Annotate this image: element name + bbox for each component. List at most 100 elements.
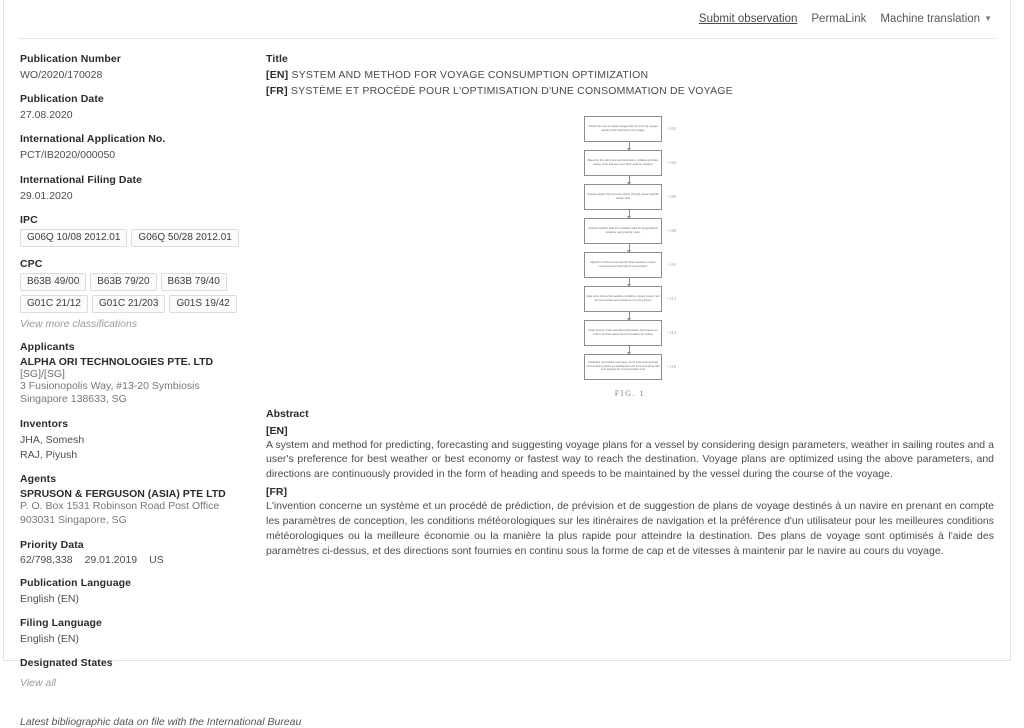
ipc-chip[interactable]: G06Q 10/08 2012.01: [20, 228, 128, 247]
abstract-fr-text: L'invention concerne un système et un pr…: [266, 500, 994, 557]
figure-step: Algorithm to find vessel specific total …: [583, 251, 677, 278]
title-abstract-column: Title [EN] SYSTEM AND METHOD FOR VOYAGE …: [250, 53, 994, 700]
figure-step-number: ~108: [666, 228, 677, 233]
figure-step-text: Allows the user to create voyage plan by…: [588, 124, 658, 132]
arrow-down-icon: [627, 141, 632, 151]
figure-step: Allows the user to create voyage plan by…: [583, 115, 676, 142]
title-block: Title [EN] SYSTEM AND METHOD FOR VOYAGE …: [266, 53, 994, 100]
figure-step-text: Based on the start point and destination…: [587, 158, 659, 166]
view-all-link[interactable]: View all: [20, 677, 56, 689]
title-en-text: SYSTEM AND METHOD FOR VOYAGE CONSUMPTION…: [291, 69, 649, 81]
figure-connector: [584, 175, 676, 185]
figure-step-box: Data set is formed for weather condition…: [583, 285, 662, 312]
arrow-down-icon: [627, 243, 632, 253]
machine-translation-dropdown[interactable]: Machine translation ▼: [880, 13, 992, 25]
figure-step-box: Acquire design fuel oil consumption thro…: [583, 183, 662, 210]
title-en-lang-tag: [EN]: [266, 69, 289, 81]
publication-number-value: WO/2020/170028: [20, 69, 103, 81]
figure-step-number: ~116: [666, 364, 677, 369]
cpc-chip[interactable]: B63B 79/20: [90, 272, 157, 291]
figure-step: Acquire weather data from weather sites …: [583, 217, 677, 244]
figure-step-box: Predicted, forecasted, best case, worst …: [583, 353, 662, 380]
publication-number-label: Publication Number: [20, 53, 121, 65]
figure-step-container: Allows the user to create voyage plan by…: [583, 115, 677, 380]
international-application-label: International Application No.: [20, 133, 166, 146]
applicants-label: Applicants: [20, 340, 75, 353]
chevron-down-icon: ▼: [984, 14, 992, 23]
agent-address-line-1: P. O. Box 1531 Robinson Road Post Office: [20, 500, 220, 513]
ipc-chip[interactable]: G06Q 50/28 2012.01: [131, 228, 239, 247]
publication-language-label: Publication Language: [20, 576, 132, 589]
field-publication-language: Publication Language English (EN): [20, 577, 250, 606]
figure-connector: [584, 141, 676, 151]
abstract-fr-lang-tag: [FR]: [266, 486, 287, 499]
international-filing-date-label: International Filing Date: [20, 173, 143, 186]
permalink-link[interactable]: PermaLink: [811, 13, 866, 25]
cpc-chip[interactable]: B63B 49/00: [20, 272, 87, 291]
title-fr-lang-tag: [FR]: [266, 84, 288, 97]
cpc-label: CPC: [20, 257, 43, 270]
arrow-down-icon: [627, 209, 632, 219]
figure-step-number: ~106: [666, 194, 677, 199]
field-publication-date: Publication Date 27.08.2020: [20, 93, 250, 122]
figure-step-box: Allows the user to create voyage plan by…: [583, 115, 662, 142]
figure-step: Data set is formed for weather condition…: [583, 285, 677, 312]
field-agents: Agents SPRUSON & FERGUSON (ASIA) PTE LTD…: [20, 473, 250, 527]
applicant-name: ALPHA ORI TECHNOLOGIES PTE. LTD [SG]/[SG…: [20, 356, 250, 380]
field-applicants: Applicants ALPHA ORI TECHNOLOGIES PTE. L…: [20, 341, 250, 407]
ipc-label: IPC: [20, 213, 38, 226]
priority-data-row: 62/798,338 29.01.2019 US: [20, 554, 250, 566]
figure-step-number: ~110: [666, 262, 677, 267]
international-filing-date-value: 29.01.2020: [20, 189, 73, 202]
figure-step: Based on the start point and destination…: [583, 149, 677, 176]
abstract-en-text: A system and method for predicting, fore…: [266, 438, 994, 481]
inventor-name: JHA, Somesh: [20, 433, 85, 446]
applicant-country-code: [SG]/[SG]: [20, 367, 65, 380]
cpc-chip[interactable]: G01S 19/42: [169, 294, 237, 313]
field-publication-number: Publication Number WO/2020/170028: [20, 53, 250, 82]
inventor-list: JHA, Somesh RAJ, Piyush: [20, 433, 250, 462]
publication-date-value: 27.08.2020: [20, 109, 73, 122]
figure-step-box: Algorithm to find vessel specific total …: [583, 251, 662, 278]
figure-caption: FIG. 1: [614, 388, 646, 398]
figure-step-number: ~104: [666, 160, 677, 165]
agents-label: Agents: [20, 473, 57, 486]
figure-step: Data science model and data optimization…: [583, 319, 677, 346]
figure-step-number: ~112: [666, 296, 677, 301]
figure-step-text: Algorithm to find vessel specific total …: [589, 260, 656, 268]
ipc-chip-list: G06Q 10/08 2012.01 G06Q 50/28 2012.01: [20, 228, 250, 247]
arrow-down-icon: [627, 345, 632, 355]
arrow-down-icon: [627, 277, 632, 287]
inventors-label: Inventors: [20, 417, 69, 430]
priority-date: 29.01.2019: [84, 553, 138, 566]
field-filing-language: Filing Language English (EN): [20, 617, 250, 646]
figure-step: Predicted, forecasted, best case, worst …: [583, 353, 677, 380]
top-action-bar: Submit observation PermaLink Machine tra…: [4, 0, 1010, 38]
designated-states-label: Designated States: [20, 656, 113, 669]
figure-step-box: Based on the start point and destination…: [583, 149, 662, 176]
field-priority-data: Priority Data 62/798,338 29.01.2019 US: [20, 539, 250, 566]
priority-country: US: [149, 553, 164, 566]
title-en: [EN] SYSTEM AND METHOD FOR VOYAGE CONSUM…: [266, 68, 994, 84]
figure-step-number: ~114: [666, 330, 677, 335]
agent-name: SPRUSON & FERGUSON (ASIA) PTE LTD: [20, 488, 226, 501]
title-label: Title: [266, 53, 288, 65]
arrow-down-icon: [627, 311, 632, 321]
abstract-en-lang-tag: [EN]: [266, 424, 288, 437]
cpc-chip[interactable]: B63B 79/40: [160, 272, 227, 291]
view-more-classifications-link[interactable]: View more classifications: [20, 318, 137, 330]
patent-figure-flowchart[interactable]: Allows the user to create voyage plan by…: [565, 115, 695, 398]
arrow-down-icon: [627, 175, 632, 185]
figure-connector: [584, 311, 676, 321]
cpc-chip[interactable]: G01C 21/203: [91, 294, 166, 313]
abstract-block: Abstract [EN] A system and method for pr…: [266, 404, 994, 559]
footer-note: Latest bibliographic data on file with t…: [20, 715, 302, 728]
bibliographic-column: Publication Number WO/2020/170028 Public…: [20, 53, 250, 700]
figure-step-box: Acquire weather data from weather sites …: [583, 217, 662, 244]
submit-observation-link[interactable]: Submit observation: [699, 13, 797, 25]
field-cpc: CPC B63B 49/00 B63B 79/20 B63B 79/40 G01C 2…: [20, 258, 250, 330]
patent-figure-wrapper: Allows the user to create voyage plan by…: [266, 106, 994, 404]
cpc-chip[interactable]: G01C 21/12: [20, 294, 88, 313]
field-international-application-no: International Application No. PCT/IB2020…: [20, 133, 250, 162]
figure-step-text: Data set is formed for weather condition…: [586, 294, 660, 302]
